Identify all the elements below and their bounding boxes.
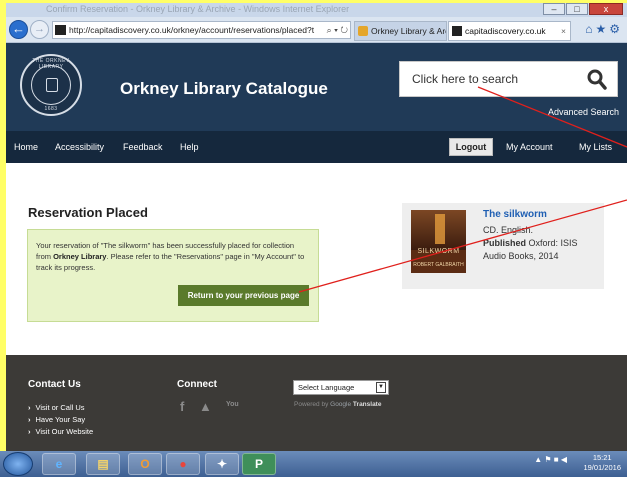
language-select-value: Select Language — [298, 383, 355, 392]
contact-heading: Contact Us — [28, 379, 81, 390]
address-field[interactable]: http://capitadiscovery.co.uk/orkney/acco… — [52, 21, 351, 39]
chevron-down-icon: ▼ — [376, 382, 386, 393]
main-content: Reservation Placed Your reservation of "… — [6, 163, 627, 355]
back-button[interactable]: ← — [9, 20, 28, 39]
close-tab-icon[interactable]: × — [561, 22, 566, 40]
address-tools[interactable]: ⌕ ▾ ↻ — [323, 22, 348, 38]
close-window-button[interactable]: x — [589, 3, 623, 15]
nav-accessibility[interactable]: Accessibility — [55, 142, 104, 152]
maximize-button[interactable]: □ — [566, 3, 588, 15]
tab-orkney-library[interactable]: Orkney Library & Archive - We... — [354, 21, 447, 41]
site-footer: Contact Us Visit or Call Us Have Your Sa… — [6, 355, 627, 451]
advanced-search-link[interactable]: Advanced Search — [548, 107, 619, 117]
nav-help[interactable]: Help — [180, 142, 199, 152]
twitter-icon[interactable]: ▲ — [199, 399, 212, 414]
site-favicon-icon — [55, 25, 66, 35]
address-bar-row: ← → http://capitadiscovery.co.uk/orkney/… — [6, 17, 627, 43]
book-summary-card: SILKWORM ROBERT GALBRAITH The silkworm C… — [402, 203, 604, 289]
tab-label: Orkney Library & Archive - We... — [371, 26, 446, 36]
published-value: Oxford: ISIS — [526, 238, 578, 248]
browser-command-icons[interactable]: ⌂★⚙ — [585, 22, 623, 36]
logout-button[interactable]: Logout — [449, 138, 493, 156]
url-text: http://capitadiscovery.co.uk/orkney/acco… — [69, 25, 315, 35]
chrome-icon[interactable]: ● — [166, 453, 200, 475]
google-label: Google — [330, 401, 352, 408]
library-logo[interactable]: THE ORKNEY LIBRARY 1683 — [20, 54, 82, 116]
site-title[interactable]: Orkney Library Catalogue — [120, 79, 328, 99]
tab-capitadiscovery[interactable]: capitadiscovery.co.uk × — [448, 21, 571, 41]
logo-text-bottom: 1683 — [44, 106, 58, 112]
nav-my-lists[interactable]: My Lists — [579, 142, 612, 152]
connect-heading: Connect — [177, 379, 217, 390]
nav-home[interactable]: Home — [14, 142, 38, 152]
powered-by-google-translate[interactable]: Powered by Google Translate — [294, 401, 381, 408]
window-controls: – □ x — [543, 3, 623, 16]
taskbar-clock[interactable]: 15:21 19/01/2016 — [583, 453, 621, 473]
footer-link-website[interactable]: Visit Our Website — [28, 427, 94, 436]
system-tray-icons[interactable]: ▲ ⚑ ■ ◀ — [534, 455, 567, 464]
book-cover-image[interactable]: SILKWORM ROBERT GALBRAITH — [411, 210, 466, 273]
internet-explorer-icon[interactable]: e — [42, 453, 76, 475]
nav-my-account[interactable]: My Account — [506, 142, 553, 152]
title-bar: Confirm Reservation - Orkney Library & A… — [6, 3, 627, 17]
book-publisher-line: Audio Books, 2014 — [483, 251, 559, 261]
tab-favicon-icon — [358, 26, 368, 36]
forward-button[interactable]: → — [30, 20, 49, 39]
minimize-button[interactable]: – — [543, 3, 565, 15]
start-button[interactable] — [3, 452, 33, 476]
search-icon[interactable] — [587, 69, 607, 91]
book-title-link[interactable]: The silkworm — [483, 209, 547, 220]
page-title: Reservation Placed — [28, 205, 148, 220]
clock-date: 19/01/2016 — [583, 463, 621, 472]
library-name: Orkney Library — [53, 252, 107, 261]
app-icon[interactable]: ✦ — [205, 453, 239, 475]
cover-figure — [435, 214, 445, 244]
logo-emblem — [31, 65, 71, 105]
confirmation-message: Your reservation of "The silkworm" has b… — [36, 240, 310, 273]
main-navigation: Home Accessibility Feedback Help Logout … — [6, 131, 627, 163]
reservation-confirmation-box: Your reservation of "The silkworm" has b… — [27, 229, 319, 322]
facebook-icon[interactable]: f — [180, 399, 184, 414]
return-previous-page-button[interactable]: Return to your previous page — [178, 285, 309, 306]
site-header: THE ORKNEY LIBRARY 1683 Orkney Library C… — [6, 43, 627, 131]
youtube-icon[interactable]: You — [226, 401, 239, 408]
publisher-icon[interactable]: P — [242, 453, 276, 475]
tab-label: capitadiscovery.co.uk — [465, 26, 546, 36]
translate-label: Translate — [352, 401, 382, 408]
browser-window: Confirm Reservation - Orkney Library & A… — [6, 3, 627, 451]
clock-time: 15:21 — [592, 453, 612, 462]
tab-favicon-icon — [452, 26, 462, 36]
footer-link-visit[interactable]: Visit or Call Us — [28, 403, 85, 412]
file-explorer-icon[interactable]: ▤ — [86, 453, 120, 475]
language-select[interactable]: Select Language ▼ — [293, 380, 389, 395]
book-published: Published Oxford: ISIS — [483, 238, 578, 248]
outlook-icon[interactable]: O — [128, 453, 162, 475]
window-title: Confirm Reservation - Orkney Library & A… — [46, 4, 350, 14]
windows-taskbar: e ▤ O ● ✦ P ▲ ⚑ ■ ◀ 15:21 19/01/2016 — [0, 451, 627, 477]
footer-link-have-your-say[interactable]: Have Your Say — [28, 415, 86, 424]
search-input[interactable]: Click here to search — [399, 61, 618, 97]
powered-by-label: Powered by — [294, 401, 329, 408]
book-icon — [46, 78, 58, 92]
search-placeholder: Click here to search — [412, 72, 519, 86]
nav-feedback[interactable]: Feedback — [123, 142, 163, 152]
cover-author: ROBERT GALBRAITH — [413, 262, 464, 268]
cover-title: SILKWORM — [417, 248, 460, 255]
book-format: CD. English. — [483, 225, 534, 235]
published-label: Published — [483, 238, 527, 248]
